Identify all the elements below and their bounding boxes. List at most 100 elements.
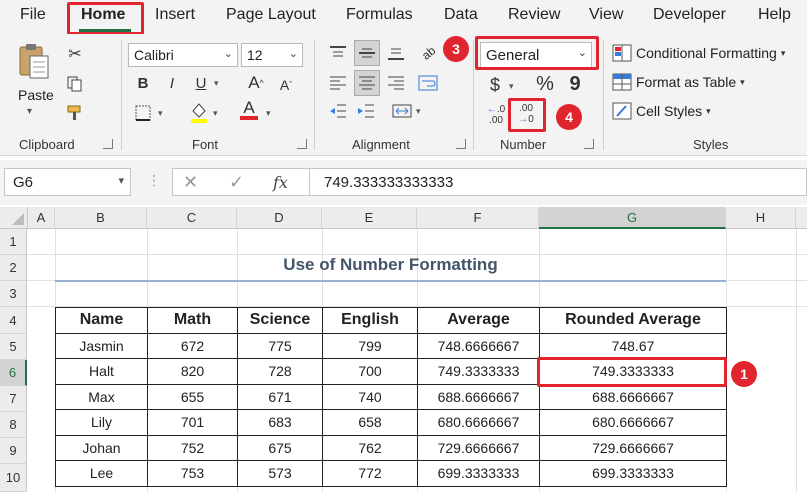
paste-chevron-icon[interactable]: ▾ (27, 106, 32, 117)
font-launcher-icon[interactable] (297, 139, 307, 149)
column-header-c[interactable]: C (147, 207, 237, 229)
cell-science[interactable]: 675 (237, 434, 323, 461)
increase-font-button[interactable]: A ^ (245, 72, 267, 94)
column-header-d[interactable]: D (237, 207, 322, 229)
format-painter-icon[interactable] (64, 103, 86, 123)
font-size-select[interactable]: 12 ⌄ (241, 43, 303, 67)
tab-formulas[interactable]: Formulas (346, 6, 413, 24)
cell-science[interactable]: 683 (237, 409, 323, 436)
bold-button[interactable]: B (133, 72, 153, 94)
cell-average[interactable]: 688.6666667 (417, 383, 540, 410)
clipboard-launcher-icon[interactable] (103, 139, 113, 149)
formula-input[interactable]: 749.333333333333 (310, 168, 807, 196)
header-science[interactable]: Science (237, 307, 323, 334)
row-header-10[interactable]: 10 (0, 464, 27, 492)
alignment-launcher-icon[interactable] (456, 139, 466, 149)
decrease-font-button[interactable]: Aˇ (275, 74, 297, 96)
font-color-button[interactable]: A (238, 98, 260, 122)
paste-icon[interactable] (14, 42, 54, 82)
row-header-8[interactable]: 8 (0, 412, 27, 438)
decrease-indent-icon[interactable] (326, 100, 350, 122)
header-math[interactable]: Math (147, 307, 238, 334)
row-header-3[interactable]: 3 (0, 281, 27, 307)
cell-name[interactable]: Lily (55, 409, 148, 436)
orientation-icon[interactable]: ab (416, 42, 442, 64)
cell-math[interactable]: 672 (147, 332, 238, 359)
cell-name[interactable]: Jasmin (55, 332, 148, 359)
column-header-a[interactable]: A (28, 207, 55, 229)
cell-science[interactable]: 671 (237, 383, 323, 410)
cell-math[interactable]: 655 (147, 383, 238, 410)
cell-rounded-average[interactable]: 680.6666667 (539, 409, 727, 436)
font-color-chevron-icon[interactable]: ▾ (266, 108, 271, 119)
align-left-icon[interactable] (326, 72, 350, 94)
align-top-icon[interactable] (326, 42, 350, 64)
merge-chevron-icon[interactable]: ▾ (416, 106, 421, 117)
cancel-icon[interactable]: ✕ (183, 172, 198, 193)
cell-english[interactable]: 658 (322, 409, 418, 436)
sheet-title[interactable]: Use of Number Formatting (55, 255, 726, 281)
cell-rounded-average[interactable]: 688.6666667 (539, 383, 727, 410)
cell-english[interactable]: 762 (322, 434, 418, 461)
cell-name[interactable]: Max (55, 383, 148, 410)
cell-name[interactable]: Johan (55, 434, 148, 461)
cell-english[interactable]: 740 (322, 383, 418, 410)
tab-developer[interactable]: Developer (653, 6, 726, 24)
underline-chevron-icon[interactable]: ▾ (214, 78, 219, 89)
cell-styles-button[interactable]: Cell Styles ▾ (612, 100, 711, 122)
select-all-corner[interactable] (0, 207, 28, 229)
header-english[interactable]: English (322, 307, 418, 334)
row-header-2[interactable]: 2 (0, 255, 27, 281)
cell-average[interactable]: 748.6666667 (417, 332, 540, 359)
tab-help[interactable]: Help (758, 6, 791, 24)
column-header-g[interactable]: G (539, 207, 726, 229)
column-header-f[interactable]: F (417, 207, 539, 229)
column-header-e[interactable]: E (322, 207, 417, 229)
cell-math[interactable]: 701 (147, 409, 238, 436)
format-as-table-button[interactable]: Format as Table ▾ (612, 71, 745, 93)
enter-icon[interactable]: ✓ (229, 172, 244, 193)
align-bottom-icon[interactable] (384, 42, 408, 64)
header-rounded-average[interactable]: Rounded Average (539, 307, 727, 334)
cell-rounded-average[interactable]: 748.67 (539, 332, 727, 359)
name-box[interactable]: G6 ▾ (4, 168, 131, 196)
cell-name[interactable]: Halt (55, 358, 148, 385)
header-name[interactable]: Name (55, 307, 148, 334)
number-launcher-icon[interactable] (584, 139, 594, 149)
currency-chevron-icon[interactable]: ▾ (509, 81, 514, 92)
copy-icon[interactable] (64, 74, 86, 94)
tab-view[interactable]: View (589, 6, 623, 24)
row-header-7[interactable]: 7 (0, 386, 27, 412)
header-average[interactable]: Average (417, 307, 540, 334)
cell-math[interactable]: 752 (147, 434, 238, 461)
conditional-formatting-button[interactable]: Conditional Formatting ▾ (612, 42, 785, 64)
comma-style-button[interactable]: 9 (566, 72, 584, 96)
font-name-select[interactable]: Calibri ⌄ (128, 43, 238, 67)
row-header-1[interactable]: 1 (0, 229, 27, 255)
merge-center-icon[interactable] (390, 100, 414, 122)
paste-label[interactable]: Paste (18, 87, 54, 103)
tab-file[interactable]: File (20, 6, 46, 24)
borders-icon[interactable] (132, 102, 154, 124)
cell-english[interactable]: 700 (322, 358, 418, 385)
cell-science[interactable]: 728 (237, 358, 323, 385)
column-header-h[interactable]: H (726, 207, 796, 229)
cell-english[interactable]: 772 (322, 460, 418, 487)
percent-button[interactable]: % (532, 72, 558, 96)
row-header-5[interactable]: 5 (0, 334, 27, 360)
increase-indent-icon[interactable] (354, 100, 378, 122)
cut-icon[interactable]: ✂ (64, 44, 86, 64)
cell-average[interactable]: 680.6666667 (417, 409, 540, 436)
column-header-next[interactable] (796, 207, 807, 229)
cell-name[interactable]: Lee (55, 460, 148, 487)
align-right-icon[interactable] (384, 72, 408, 94)
chevron-down-icon[interactable]: ▾ (118, 174, 124, 187)
italic-button[interactable]: I (162, 72, 182, 94)
decrease-decimal-button[interactable]: ←.0 .00 (482, 102, 510, 128)
column-header-b[interactable]: B (55, 207, 147, 229)
cell-rounded-average[interactable]: 729.6666667 (539, 434, 727, 461)
underline-button[interactable]: U (191, 72, 211, 94)
row-header-9[interactable]: 9 (0, 438, 27, 464)
tab-page-layout[interactable]: Page Layout (226, 6, 316, 24)
tab-data[interactable]: Data (444, 6, 478, 24)
